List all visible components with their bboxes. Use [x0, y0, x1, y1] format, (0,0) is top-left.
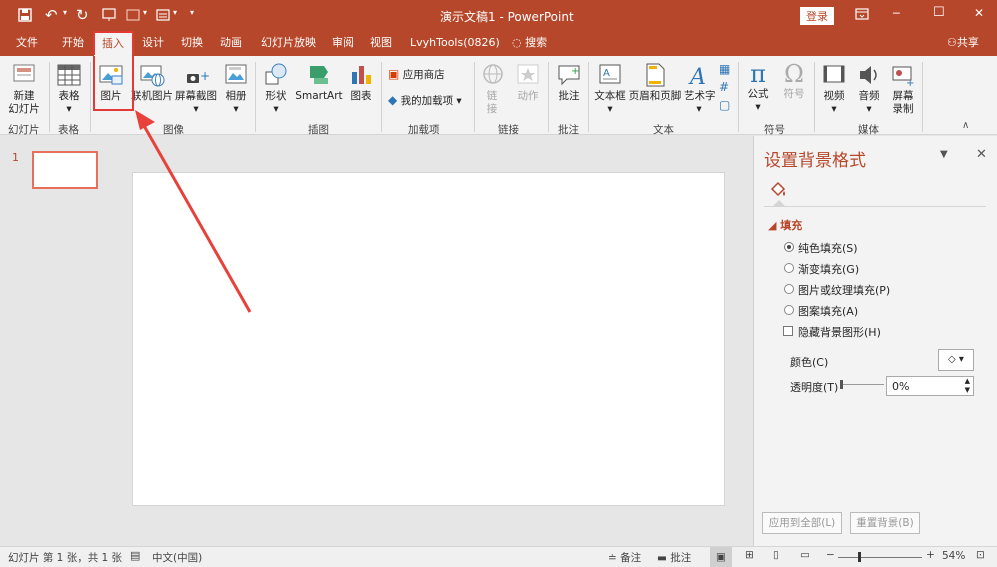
zoom-slider-thumb[interactable]: [858, 552, 861, 562]
transparency-slider[interactable]: [840, 384, 884, 385]
spin-up-icon[interactable]: ▲: [965, 377, 970, 385]
fill-section-toggle[interactable]: ◢ 填充: [768, 217, 802, 233]
solid-fill-label[interactable]: 纯色填充(S): [798, 240, 858, 256]
comment-status-icon: ▬: [657, 552, 667, 564]
picture-fill-label[interactable]: 图片或纹理填充(P): [798, 282, 890, 298]
hide-bg-label[interactable]: 隐藏背景图形(H): [798, 324, 881, 340]
color-picker-button[interactable]: ◇ ▾: [938, 349, 974, 371]
transparency-input[interactable]: 0% ▲ ▼: [886, 376, 974, 396]
gradient-fill-radio[interactable]: [784, 263, 794, 273]
zoom-out-button[interactable]: −: [826, 549, 835, 561]
pattern-fill-radio[interactable]: [784, 305, 794, 315]
gradient-fill-label[interactable]: 渐变填充(G): [798, 261, 859, 277]
normal-view-icon[interactable]: ▣: [710, 547, 732, 567]
spellcheck-icon[interactable]: ▤: [130, 549, 140, 562]
notes-icon: ≐: [608, 552, 617, 564]
apply-all-button[interactable]: 应用到全部(L): [762, 512, 842, 534]
zoom-in-button[interactable]: +: [926, 549, 935, 561]
color-label: 颜色(C): [790, 356, 829, 369]
zoom-level[interactable]: 54%: [942, 550, 965, 562]
hide-bg-checkbox[interactable]: [783, 326, 793, 336]
zoom-slider[interactable]: [838, 557, 922, 558]
format-background-panel: 设置背景格式 ▼ ✕ ◢ 填充 纯色填充(S) 渐变填充(G) 图片或纹理填充(…: [753, 136, 997, 546]
slideshow-view-icon[interactable]: ▭: [800, 549, 810, 561]
pattern-fill-label[interactable]: 图案填充(A): [798, 303, 858, 319]
slide-count: 幻灯片 第 1 张，共 1 张: [8, 552, 123, 564]
comments-button[interactable]: ▬ 批注: [657, 550, 691, 565]
panel-options-icon[interactable]: ▼: [940, 149, 948, 160]
reading-view-icon[interactable]: ▯: [773, 549, 779, 561]
reset-background-button[interactable]: 重置背景(B): [850, 512, 920, 534]
notes-button[interactable]: ≐ 备注: [608, 550, 641, 565]
picture-fill-radio[interactable]: [784, 284, 794, 294]
slide-sorter-icon[interactable]: ⊞: [745, 549, 754, 561]
spin-down-icon[interactable]: ▼: [965, 386, 970, 394]
transparency-slider-handle[interactable]: [840, 380, 843, 389]
status-bar: 幻灯片 第 1 张，共 1 张 ▤ 中文(中国) ≐ 备注 ▬ 批注 ▣ ⊞ ▯…: [0, 546, 997, 567]
solid-fill-radio[interactable]: [784, 242, 794, 252]
chevron-down-icon: ▾: [958, 354, 964, 365]
fit-slide-icon[interactable]: ⊡: [976, 549, 985, 561]
panel-close-icon[interactable]: ✕: [976, 147, 987, 162]
language-status[interactable]: 中文(中国): [152, 550, 202, 565]
panel-title: 设置背景格式: [764, 151, 866, 171]
fill-color-icon: ◇: [948, 354, 956, 365]
transparency-label: 透明度(T): [790, 381, 839, 394]
